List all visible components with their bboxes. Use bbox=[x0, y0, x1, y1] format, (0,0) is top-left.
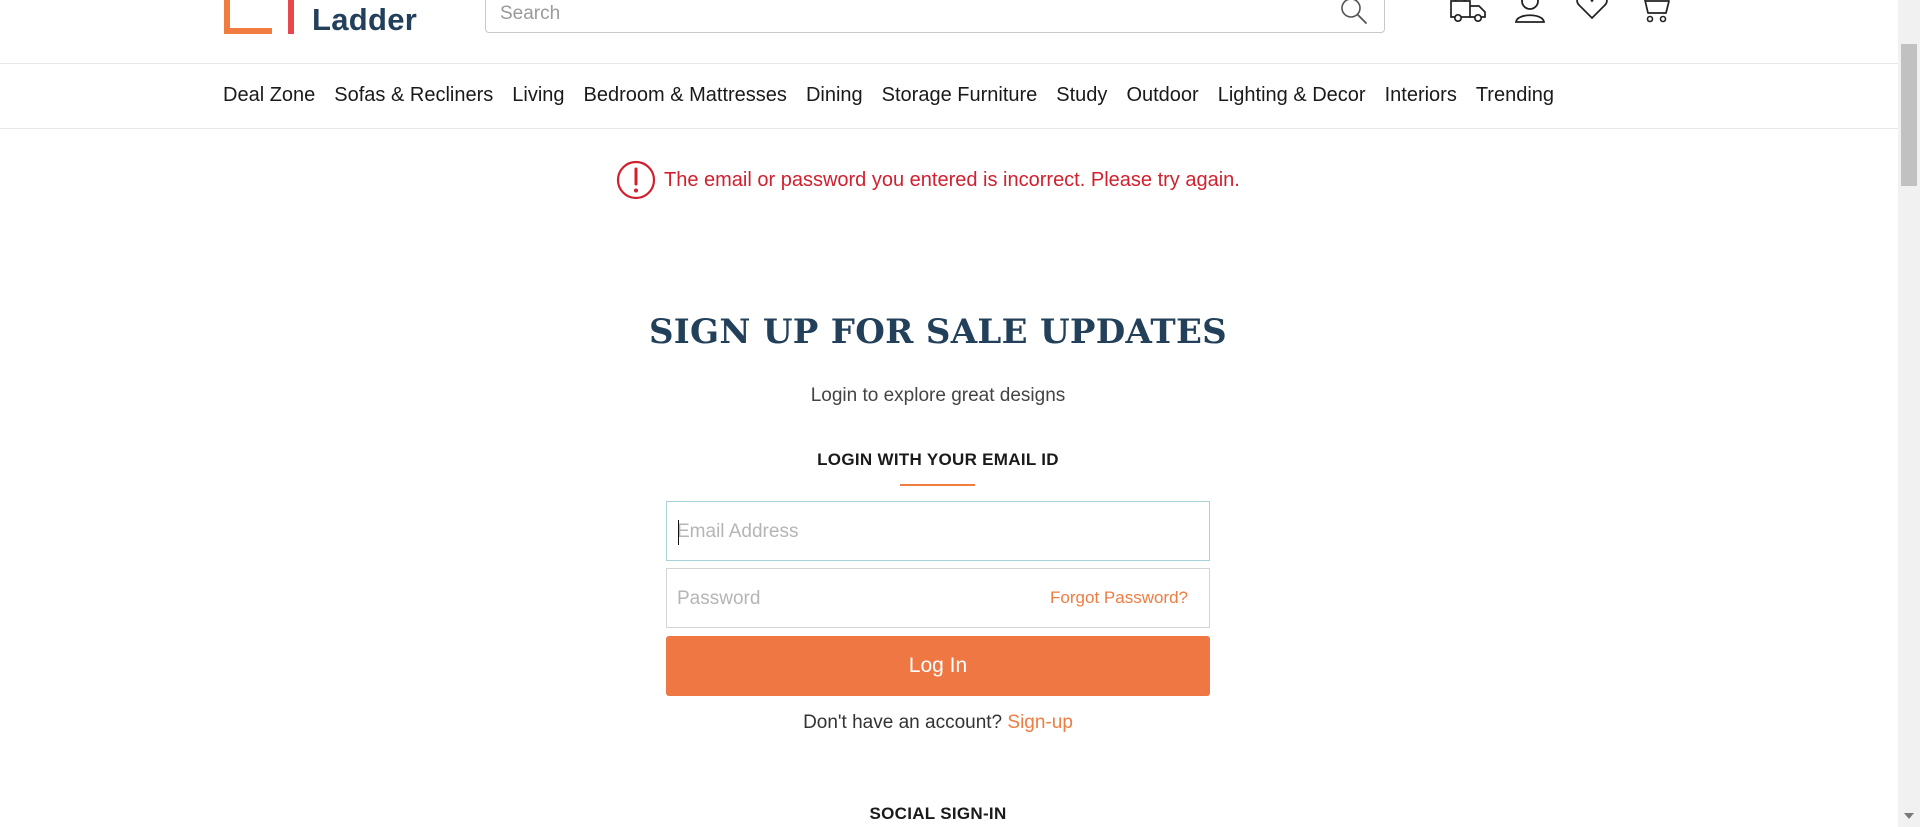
nav-item-living[interactable]: Living bbox=[512, 82, 564, 108]
search-icon[interactable] bbox=[1338, 0, 1370, 27]
logo-text: Ladder bbox=[312, 2, 418, 37]
header-icons bbox=[1448, 0, 1674, 26]
email-login-heading: LOGIN WITH YOUR EMAIL ID bbox=[817, 450, 1059, 469]
nav-list: Deal Zone Sofas & Recliners Living Bedro… bbox=[223, 82, 1554, 108]
nav-item-sofas-recliners[interactable]: Sofas & Recliners bbox=[334, 82, 493, 108]
site-header: Ladder bbox=[0, 0, 1898, 64]
page-scrollbar[interactable] bbox=[1898, 0, 1920, 827]
nav-item-dining[interactable]: Dining bbox=[806, 82, 863, 108]
error-text: The email or password you entered is inc… bbox=[664, 168, 1240, 191]
page-title: SIGN UP FOR SALE UPDATES bbox=[648, 312, 1228, 352]
forgot-password-link[interactable]: Forgot Password? bbox=[1050, 588, 1188, 608]
nav-item-bedroom-mattresses[interactable]: Bedroom & Mattresses bbox=[584, 82, 787, 108]
site-logo[interactable]: Ladder bbox=[224, 0, 417, 37]
scrollbar-thumb[interactable] bbox=[1901, 44, 1917, 186]
email-field bbox=[666, 501, 1210, 561]
nav-item-interiors[interactable]: Interiors bbox=[1385, 82, 1457, 108]
error-message: The email or password you entered is inc… bbox=[616, 160, 1240, 200]
login-button[interactable]: Log In bbox=[666, 636, 1210, 696]
social-signin-heading: SOCIAL SIGN-IN bbox=[869, 804, 1007, 823]
signup-link[interactable]: Sign-up bbox=[1007, 712, 1073, 733]
scroll-down-arrow-icon[interactable] bbox=[1904, 813, 1914, 819]
search-bar bbox=[485, 0, 1385, 33]
nav-item-storage-furniture[interactable]: Storage Furniture bbox=[882, 82, 1038, 108]
nav-item-trending[interactable]: Trending bbox=[1476, 82, 1554, 108]
search-input[interactable] bbox=[500, 0, 1300, 29]
nav-item-lighting-decor[interactable]: Lighting & Decor bbox=[1218, 82, 1366, 108]
password-field: Forgot Password? bbox=[666, 568, 1210, 628]
password-input[interactable] bbox=[677, 584, 1037, 614]
heading-underline bbox=[900, 484, 975, 486]
alert-icon bbox=[616, 160, 656, 200]
text-caret bbox=[678, 520, 679, 545]
logo-mark bbox=[224, 0, 294, 34]
delivery-truck-icon[interactable] bbox=[1448, 0, 1488, 26]
user-icon[interactable] bbox=[1510, 0, 1550, 26]
cart-icon[interactable] bbox=[1634, 0, 1674, 26]
signup-prompt: Don't have an account? Sign-up bbox=[0, 712, 1876, 734]
nav-item-deal-zone[interactable]: Deal Zone bbox=[223, 82, 315, 108]
page-subtitle: Login to explore great designs bbox=[810, 385, 1066, 406]
main-nav: Deal Zone Sofas & Recliners Living Bedro… bbox=[0, 65, 1898, 129]
nav-item-outdoor[interactable]: Outdoor bbox=[1126, 82, 1198, 108]
heart-icon[interactable] bbox=[1572, 0, 1612, 26]
email-input[interactable] bbox=[677, 517, 1037, 547]
nav-item-study[interactable]: Study bbox=[1056, 82, 1107, 108]
page: Ladder Search Deal Zone Sofas & Recliner… bbox=[0, 0, 1920, 827]
signup-prompt-text: Don't have an account? bbox=[803, 712, 1003, 733]
